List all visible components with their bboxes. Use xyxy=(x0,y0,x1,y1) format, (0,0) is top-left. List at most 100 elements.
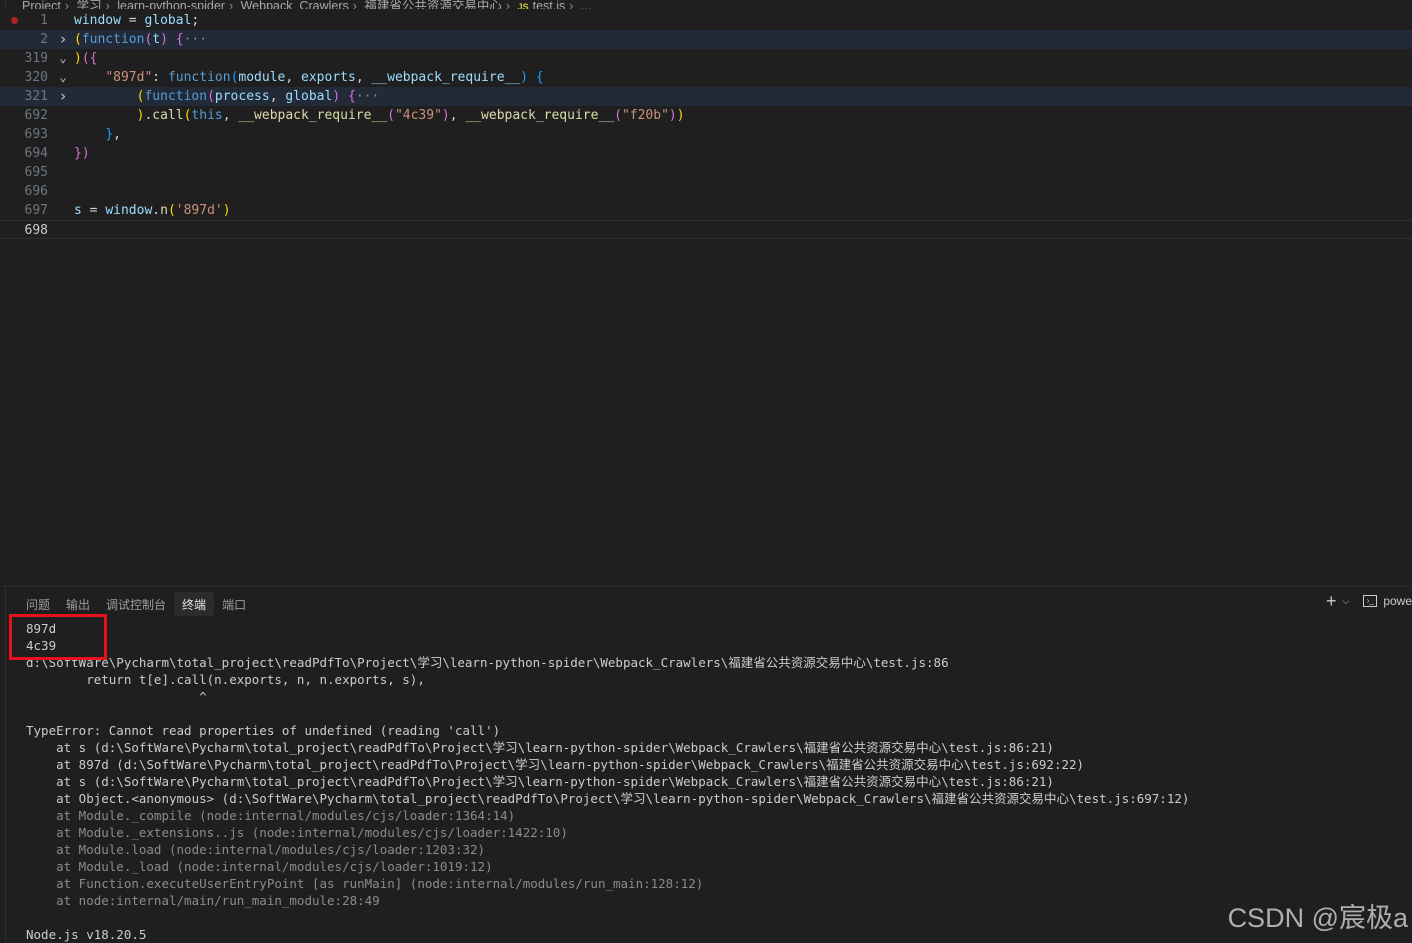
code-token: ) xyxy=(520,70,529,85)
code-token: ) xyxy=(332,89,341,104)
code-token: n xyxy=(160,203,168,218)
code-text: )({ xyxy=(74,49,97,68)
code-token: function xyxy=(144,89,208,104)
panel-tab[interactable]: 输出 xyxy=(58,592,98,616)
code-token: this xyxy=(191,108,223,123)
terminal-line: at node:internal/main/run_main_module:28… xyxy=(26,893,380,908)
code-token: ( xyxy=(207,89,215,104)
line-number: 693 xyxy=(24,127,48,142)
fold-expanded-icon[interactable]: ⌄ xyxy=(57,49,69,68)
panel-tab[interactable]: 调试控制台 xyxy=(98,592,174,616)
line-number: 697 xyxy=(24,203,48,218)
terminal-line: return t[e].call(n.exports, n, n.exports… xyxy=(26,672,425,687)
code-line[interactable]: 695 xyxy=(0,163,1412,182)
watermark: CSDN @宸极a xyxy=(1227,903,1408,933)
breadcrumb-more[interactable]: ... xyxy=(581,0,591,9)
code-text: (function(t) {··· xyxy=(74,30,207,49)
breadcrumb-file[interactable]: test.js xyxy=(533,0,566,9)
code-token: module xyxy=(238,70,286,85)
breadcrumb-item-study[interactable]: 学习 xyxy=(77,0,102,9)
code-token: , xyxy=(449,108,466,123)
code-line[interactable]: 692 ).call(this, __webpack_require__("4c… xyxy=(0,106,1412,125)
code-token: ) xyxy=(668,108,677,123)
code-token: { xyxy=(535,70,544,85)
code-token: exports xyxy=(301,70,356,85)
breadcrumb-item-folder[interactable]: 福建省公共资源交易中心 xyxy=(364,0,502,9)
code-token: ( xyxy=(74,32,82,47)
code-line[interactable]: 1 window = global; xyxy=(0,11,1412,30)
breadcrumb-item-spider[interactable]: learn-python-spider xyxy=(117,0,225,9)
terminal-line: at Module.load (node:internal/modules/cj… xyxy=(26,842,486,857)
code-editor[interactable]: 1 window = global; 2 › (function(t) {··· 319 ⌄… xyxy=(0,11,1412,585)
code-token: "897d" xyxy=(105,70,153,85)
code-line[interactable]: 321 › (function(process, global) {··· xyxy=(0,87,1412,106)
code-token: window xyxy=(74,13,121,28)
code-line[interactable]: 2 › (function(t) {··· xyxy=(0,30,1412,49)
code-token: ··· xyxy=(355,89,380,104)
code-token: : xyxy=(152,70,168,85)
fold-collapsed-icon[interactable]: › xyxy=(57,30,69,49)
panel-actions: + ⌵ ›_ powe xyxy=(1326,592,1412,610)
terminal-line: Node.js v18.20.5 xyxy=(26,927,147,942)
code-line[interactable]: 694}) xyxy=(0,144,1412,163)
line-number: 694 xyxy=(24,146,48,161)
panel-tab[interactable]: 问题 xyxy=(18,592,58,616)
terminal-line: ^ xyxy=(26,689,207,704)
code-token: ··· xyxy=(183,32,208,47)
fold-collapsed-icon[interactable]: › xyxy=(57,87,69,106)
panel-tab[interactable]: 终端 xyxy=(174,592,215,616)
add-terminal-button[interactable]: + xyxy=(1326,592,1337,610)
code-token: , xyxy=(222,108,239,123)
code-token: __webpack_require__ xyxy=(238,108,388,123)
code-line[interactable]: 696 xyxy=(0,182,1412,201)
code-token: call xyxy=(152,108,184,123)
line-number: 319 xyxy=(24,51,48,66)
code-line[interactable]: 320 ⌄ "897d": function(module, exports, _… xyxy=(0,68,1412,87)
fold-expanded-icon[interactable]: ⌄ xyxy=(57,68,69,87)
code-token: ) xyxy=(676,108,685,123)
code-token: } xyxy=(105,127,114,142)
panel-tab[interactable]: 端口 xyxy=(214,592,254,616)
code-token: }) xyxy=(74,146,90,161)
code-token: . xyxy=(152,203,161,218)
code-token: global xyxy=(144,13,192,28)
terminal-line: TypeError: Cannot read properties of und… xyxy=(26,723,501,738)
code-token: ({ xyxy=(81,51,98,66)
code-line[interactable]: 697 s = window.n('897d') xyxy=(0,201,1412,220)
line-number: 696 xyxy=(24,184,48,199)
breadcrumb-item-crawlers[interactable]: Webpack_Crawlers xyxy=(241,0,349,9)
code-token: function xyxy=(167,70,231,85)
code-token: process xyxy=(214,89,270,104)
code-token: t xyxy=(152,32,161,47)
code-token: ) xyxy=(222,203,231,218)
line-number: 695 xyxy=(24,165,48,180)
code-token: function xyxy=(81,32,145,47)
breadcrumb-item-project[interactable]: Project xyxy=(22,0,61,9)
line-number: 692 xyxy=(24,108,48,123)
code-text: s = window.n('897d') xyxy=(74,201,231,220)
line-number: 698 xyxy=(24,223,48,238)
code-line[interactable]: 319 ⌄)({ xyxy=(0,49,1412,68)
code-token: '897d' xyxy=(175,203,223,218)
code-token: { xyxy=(347,89,356,104)
code-token: ) xyxy=(74,51,82,66)
code-line[interactable]: 693 }, xyxy=(0,125,1412,144)
panel-divider[interactable] xyxy=(0,586,1412,587)
terminal-shell-icon[interactable]: ›_ xyxy=(1363,595,1378,607)
code-text: ).call(this, __webpack_require__("4c39")… xyxy=(74,106,685,125)
code-token: ) xyxy=(441,108,450,123)
code-token: __webpack_require__ xyxy=(465,108,615,123)
chevron-down-icon[interactable]: ⌵ xyxy=(1342,596,1349,607)
code-token: window xyxy=(105,203,153,218)
terminal-shell-label[interactable]: powe xyxy=(1383,594,1412,608)
code-text: }, xyxy=(74,125,121,144)
terminal-line: d:\SoftWare\Pycharm\total_project\readPd… xyxy=(26,655,949,670)
code-line[interactable]: 698 xyxy=(0,220,1412,239)
terminal-output[interactable]: 897d 4c39 d:\SoftWare\Pycharm\total_projec… xyxy=(26,620,1406,943)
